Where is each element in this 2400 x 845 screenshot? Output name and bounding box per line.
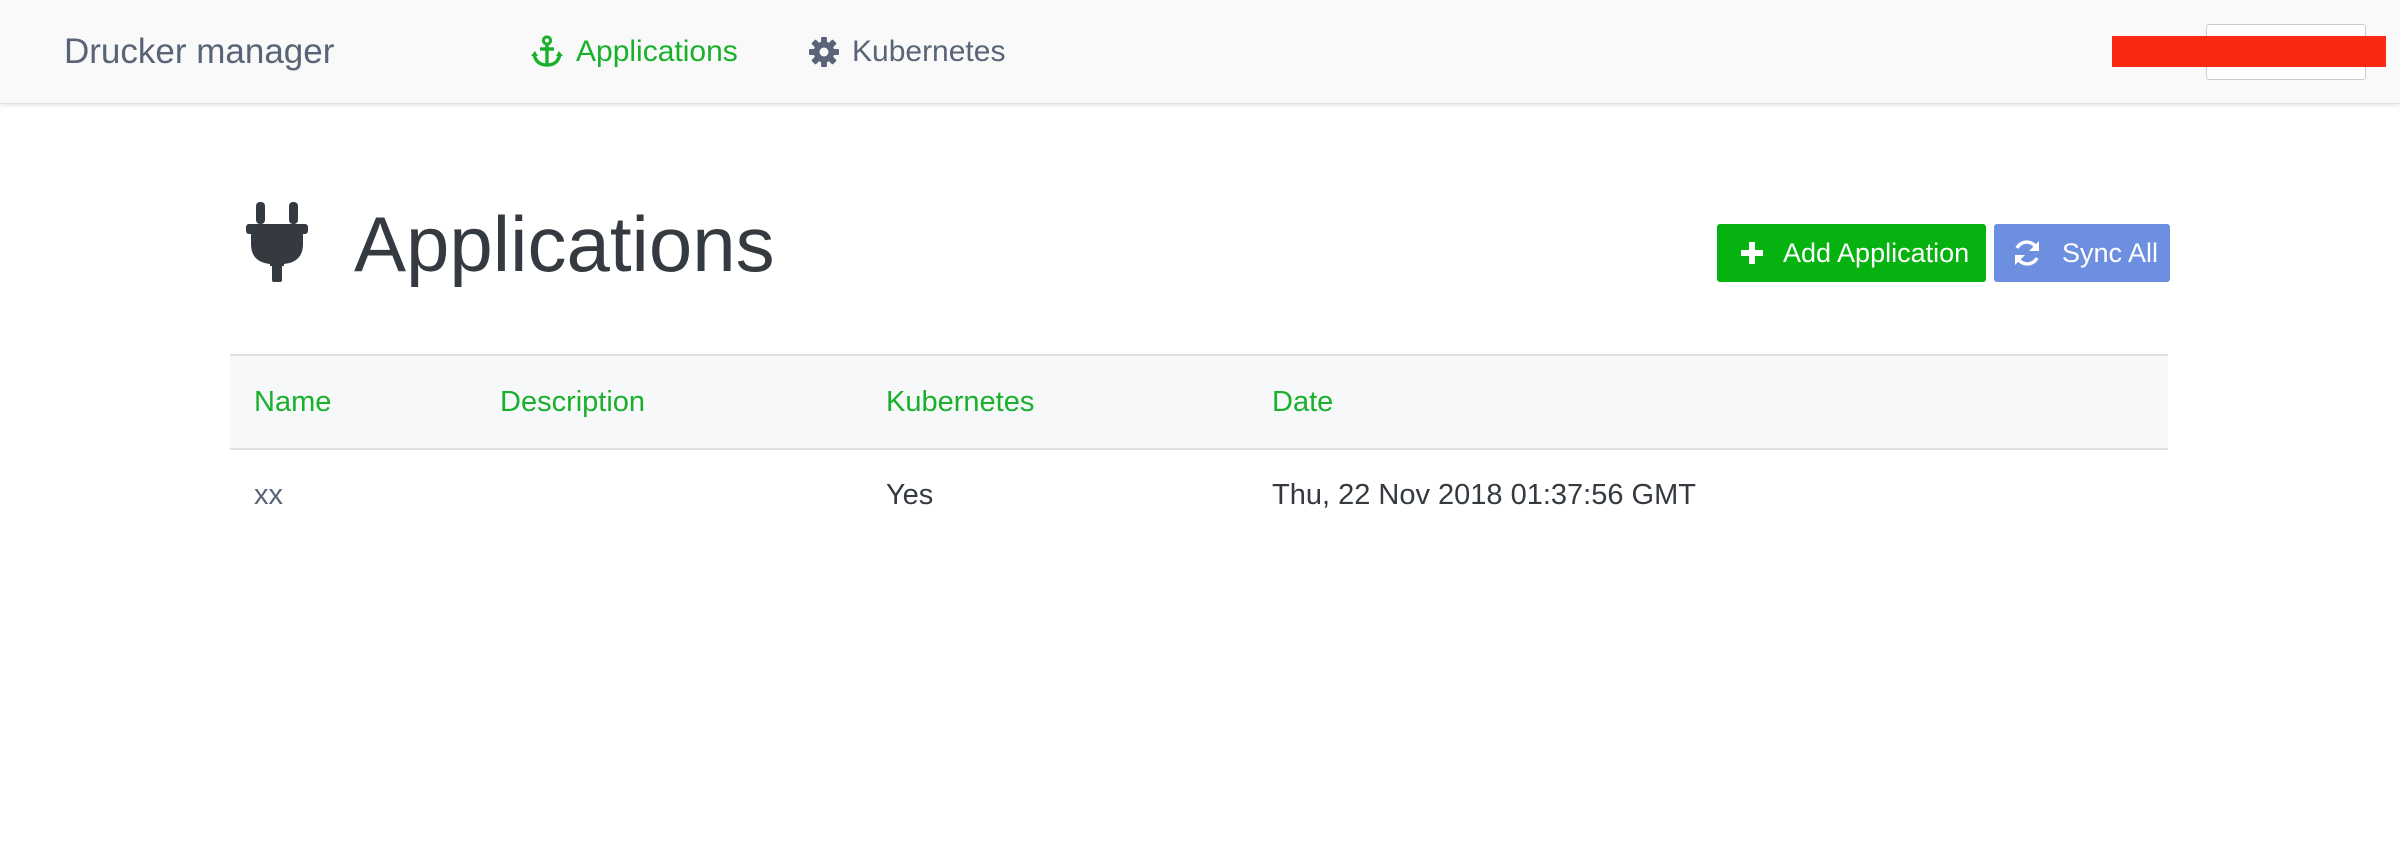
column-header-kubernetes[interactable]: Kubernetes: [862, 355, 1248, 449]
table-row[interactable]: xx Yes Thu, 22 Nov 2018 01:37:56 GMT: [230, 449, 2168, 541]
add-application-button[interactable]: Add Application: [1717, 224, 1986, 282]
brand-link[interactable]: Drucker manager: [64, 30, 334, 74]
sync-all-button[interactable]: Sync All: [1994, 224, 2170, 282]
nav-item-kubernetes[interactable]: Kubernetes: [808, 30, 1005, 74]
column-header-description[interactable]: Description: [476, 355, 862, 449]
column-header-name[interactable]: Name: [230, 355, 476, 449]
gear-icon: [808, 36, 840, 68]
nav-item-label: Kubernetes: [852, 35, 1006, 68]
cell-name[interactable]: xx: [230, 449, 476, 541]
sync-icon: [2012, 238, 2042, 268]
nav-item-applications[interactable]: Applications: [530, 30, 738, 74]
column-header-date[interactable]: Date: [1248, 355, 2168, 449]
sync-all-label: Sync All: [2062, 237, 2159, 268]
plus-icon: [1741, 242, 1763, 264]
plug-icon: [246, 202, 308, 282]
cell-kubernetes: Yes: [886, 479, 934, 511]
page-title: Applications: [354, 200, 775, 288]
applications-table: Name Description Kubernetes Date xx Yes …: [230, 354, 2168, 541]
redaction-bar: [2112, 36, 2386, 67]
add-application-label: Add Application: [1783, 237, 1970, 268]
nav-item-label: Applications: [576, 35, 738, 68]
anchor-icon: [530, 35, 564, 69]
top-navbar: Drucker manager Applications Kubernetes: [0, 0, 2400, 104]
cell-date: Thu, 22 Nov 2018 01:37:56 GMT: [1272, 479, 1696, 511]
cell-description: [476, 449, 862, 541]
table-header-row: Name Description Kubernetes Date: [230, 355, 2168, 449]
